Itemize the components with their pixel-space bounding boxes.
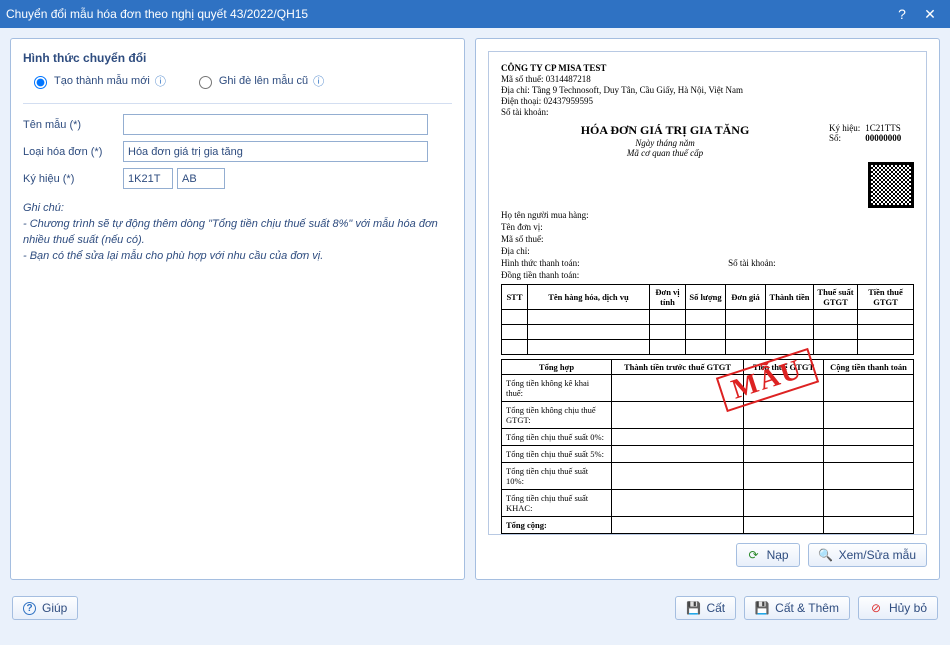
- search-icon: 🔍: [819, 548, 833, 562]
- save-icon: 💾: [755, 601, 769, 615]
- lbl-template-name: Tên mẫu (*): [23, 119, 123, 131]
- info-icon[interactable]: ⓘ: [155, 73, 166, 89]
- symbol-suffix-input[interactable]: [177, 168, 225, 189]
- refresh-icon: ⟳: [747, 548, 761, 562]
- items-table: STT Tên hàng hóa, dịch vụ Đơn vị tính Số…: [501, 284, 914, 355]
- invoice-title: HÓA ĐƠN GIÁ TRỊ GIA TĂNG: [501, 123, 829, 138]
- radio-new-label: Tạo thành mẫu mới: [54, 75, 150, 87]
- radio-overwrite-input[interactable]: [199, 76, 212, 89]
- close-button[interactable]: ✕: [916, 6, 944, 23]
- symbol-prefix-input: [123, 168, 173, 189]
- template-name-input[interactable]: [123, 114, 428, 135]
- save-add-button[interactable]: 💾 Cất & Thêm: [744, 596, 850, 620]
- note-header: Ghi chú:: [23, 201, 452, 217]
- form-panel: Hình thức chuyển đổi Tạo thành mẫu mới ⓘ…: [10, 38, 465, 580]
- summary-table: Tổng hợp Thành tiền trước thuế GTGT Tiền…: [501, 359, 914, 535]
- section-title: Hình thức chuyển đổi: [23, 51, 452, 65]
- view-edit-button[interactable]: 🔍 Xem/Sửa mẫu: [808, 543, 927, 567]
- save-button[interactable]: 💾 Cất: [675, 596, 736, 620]
- content: Hình thức chuyển đổi Tạo thành mẫu mới ⓘ…: [0, 28, 950, 590]
- window-title: Chuyển đổi mẫu hóa đơn theo nghị quyết 4…: [6, 7, 888, 21]
- divider: [23, 103, 452, 104]
- qr-code: [501, 162, 914, 208]
- lbl-invoice-type: Loại hóa đơn (*): [23, 146, 123, 158]
- help-button[interactable]: ?: [888, 6, 916, 22]
- invoice-type-input[interactable]: [123, 141, 428, 162]
- cancel-icon: ⊘: [869, 601, 883, 615]
- radio-overwrite-label: Ghi đè lên mẫu cũ: [219, 75, 308, 87]
- help-icon: ?: [23, 602, 36, 615]
- info-icon[interactable]: ⓘ: [313, 73, 324, 89]
- radio-new-input[interactable]: [34, 76, 47, 89]
- note-line: - Chương trình sẽ tự động thêm dòng "Tổn…: [23, 217, 452, 249]
- radio-overwrite[interactable]: Ghi đè lên mẫu cũ ⓘ: [194, 73, 324, 89]
- preview-panel: CÔNG TY CP MISA TEST Mã số thuế: 0314487…: [475, 38, 940, 580]
- titlebar: Chuyển đổi mẫu hóa đơn theo nghị quyết 4…: [0, 0, 950, 28]
- conversion-mode-group: Tạo thành mẫu mới ⓘ Ghi đè lên mẫu cũ ⓘ: [23, 73, 452, 97]
- note-line: - Bạn có thể sửa lại mẫu cho phù hợp với…: [23, 249, 452, 265]
- save-icon: 💾: [686, 601, 700, 615]
- note-block: Ghi chú: - Chương trình sẽ tự động thêm …: [23, 201, 452, 265]
- invoice-preview: CÔNG TY CP MISA TEST Mã số thuế: 0314487…: [488, 51, 927, 535]
- reload-button[interactable]: ⟳ Nạp: [736, 543, 800, 567]
- footer: ? Giúp 💾 Cất 💾 Cất & Thêm ⊘ Hủy bỏ: [0, 590, 950, 626]
- help-button[interactable]: ? Giúp: [12, 596, 78, 620]
- company-name: CÔNG TY CP MISA TEST: [501, 63, 606, 73]
- cancel-button[interactable]: ⊘ Hủy bỏ: [858, 596, 938, 620]
- radio-new[interactable]: Tạo thành mẫu mới ⓘ: [29, 73, 166, 89]
- lbl-symbol: Ký hiệu (*): [23, 173, 123, 185]
